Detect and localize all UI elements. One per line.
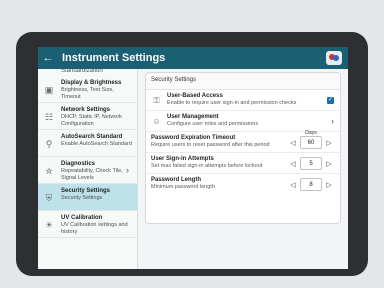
decrement-button[interactable]: ◁ — [289, 139, 297, 147]
chevron-right-icon: › — [331, 116, 334, 126]
sidebar-item-diagnostics[interactable]: ✮ Diagnostics Repeatability, Check Tile,… — [38, 157, 137, 184]
signin-attempts-value[interactable]: 5 — [300, 157, 322, 170]
decrement-button[interactable]: ◁ — [289, 160, 297, 168]
sidebar-item-subtitle: Enable AutoSearch Standard — [61, 141, 132, 147]
user-based-access-row[interactable]: ⚿ User-Based Access Enable to require us… — [146, 90, 340, 111]
shield-icon: ⛨ — [45, 193, 53, 203]
app-header: ← Instrument Settings — [38, 47, 348, 69]
password-length-value[interactable]: 8 — [300, 178, 322, 191]
sidebar-item-network[interactable]: ☷ Network Settings DHCP, Static IP, Netw… — [38, 103, 137, 130]
row-subtitle: Configure user roles and permissions — [167, 121, 259, 127]
chevron-right-icon: › — [126, 165, 129, 175]
password-expiration-row: Password Expiration Timeout Require user… — [146, 130, 340, 153]
network-icon: ☷ — [44, 112, 54, 122]
decrement-button[interactable]: ◁ — [289, 181, 297, 189]
sidebar-item-display[interactable]: ▣ Display & Brightness Brightness, Text … — [38, 76, 137, 103]
back-arrow-icon[interactable]: ← — [38, 47, 58, 69]
user-based-access-checkbox[interactable]: ✓ — [327, 97, 334, 104]
sidebar-item-subtitle: Brightness, Text Size, Timeout — [61, 87, 114, 100]
unit-label: Days — [305, 130, 317, 136]
sidebar-item-title: Diagnostics — [61, 161, 96, 167]
sidebar-item-title: AutoSearch Standard — [61, 134, 123, 140]
settings-sidebar: Standardization ▣ Display & Brightness B… — [38, 69, 138, 269]
sidebar-item-title: Security Settings — [61, 188, 111, 194]
password-length-row: Password Length Minimum password length … — [146, 174, 340, 195]
password-expiration-stepper: ◁ Days 60 ▷ — [289, 130, 333, 149]
stethoscope-icon: ✮ — [45, 166, 53, 176]
user-management-row[interactable]: ☺ User Management Configure user roles a… — [146, 111, 340, 132]
sun-icon: ☀ — [44, 220, 54, 230]
stepper-value: 8 — [309, 181, 313, 188]
increment-button[interactable]: ▷ — [325, 181, 333, 189]
sidebar-item-autosearch[interactable]: ⚲ AutoSearch Standard Enable AutoSearch … — [38, 130, 137, 157]
signin-attempts-stepper: ◁ 5 ▷ — [289, 157, 333, 170]
sidebar-item-security[interactable]: ⛨ Security Settings Security Settings — [38, 184, 137, 211]
row-title: User-Based Access — [167, 93, 223, 99]
user-icon: ☺ — [152, 117, 161, 126]
increment-button[interactable]: ▷ — [325, 160, 333, 168]
increment-button[interactable]: ▷ — [325, 139, 333, 147]
sidebar-item-subtitle: DHCP, Static IP, Network Configuration — [61, 114, 122, 127]
password-length-stepper: ◁ 8 ▷ — [289, 178, 333, 191]
brand-logo-icon — [326, 51, 342, 65]
device-screen: ← Instrument Settings Standardization ▣ … — [38, 47, 348, 269]
search-icon: ⚲ — [45, 139, 53, 149]
sidebar-item-subtitle: Repeatability, Check Tile, Signal Levels — [61, 168, 123, 181]
sidebar-item-standardization[interactable]: Standardization — [38, 69, 137, 76]
stepper-value: 5 — [309, 160, 313, 167]
sidebar-item-uv-calibration[interactable]: ☀ UV Calibration UV Calibration settings… — [38, 211, 137, 238]
sidebar-item-subtitle: Security Settings — [61, 195, 103, 201]
sidebar-item-title: UV Calibration — [61, 215, 103, 221]
sidebar-item-title: Display & Brightness — [61, 80, 122, 86]
password-expiration-value[interactable]: Days 60 — [300, 130, 322, 149]
page-title: Instrument Settings — [62, 52, 166, 64]
sidebar-item-title: Network Settings — [61, 107, 111, 113]
key-icon: ⚿ — [153, 96, 160, 105]
section-title: Security Settings — [146, 73, 340, 90]
sidebar-item-subtitle: UV Calibration settings and history — [61, 222, 128, 235]
signin-attempts-row: User Sign-in Attempts Set max failed sig… — [146, 153, 340, 174]
row-subtitle: Enable to require user sign-in and permi… — [167, 100, 297, 106]
security-settings-panel: Security Settings ⚿ User-Based Access En… — [145, 72, 341, 224]
stepper-value: 60 — [307, 139, 315, 146]
monitor-icon: ▣ — [44, 85, 54, 95]
row-title: User Management — [167, 114, 219, 120]
